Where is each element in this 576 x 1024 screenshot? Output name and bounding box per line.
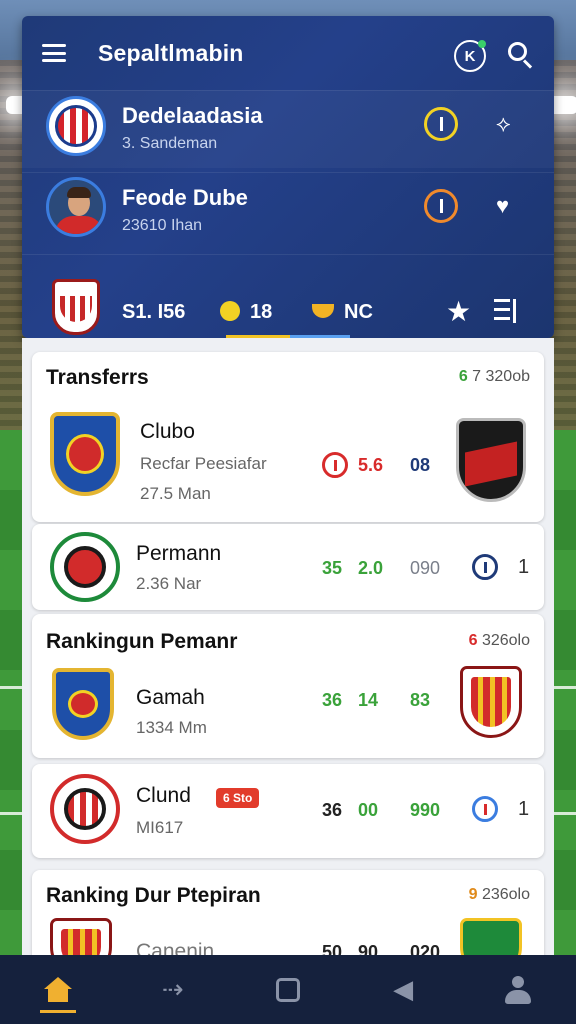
whistle-icon[interactable]: ⟡	[496, 111, 511, 137]
app-title: Sepaltlmabin	[98, 39, 244, 66]
club-subtitle: Recfar Peesiafar	[140, 454, 267, 473]
section-title: Ranking Dur Ptepiran	[46, 884, 261, 907]
player-subtitle: 23610 Ihan	[122, 217, 203, 234]
nav-active-indicator	[40, 1010, 76, 1013]
stat-value: 35	[322, 558, 343, 578]
coin-icon	[220, 301, 240, 321]
menu-icon[interactable]	[42, 44, 66, 62]
status-ring-icon	[322, 452, 348, 478]
section-title: Transferrs	[46, 366, 149, 389]
content-sheet: Transferrs 6 7 320ob Clubo Recfar Peesia…	[22, 338, 554, 978]
header-club-row[interactable]: Dedelaadasia 3. Sandeman ⟡	[22, 90, 554, 168]
list-icon[interactable]	[494, 299, 516, 323]
nav-news[interactable]: ◀	[373, 960, 433, 1020]
bottom-nav: ⇢ ◀	[0, 955, 576, 1024]
notification-dot	[478, 40, 486, 48]
list-item[interactable]: Clund 6 Sto MI617 36 00 990 1	[32, 764, 544, 858]
club-crest-icon	[50, 774, 120, 844]
home-icon	[43, 976, 72, 1003]
club-crest-icon	[52, 668, 114, 740]
club-name: Dedelaadasia	[122, 103, 263, 128]
section-count: 6 326olo	[468, 632, 530, 649]
megaphone-icon: ◀	[393, 974, 414, 1004]
square-icon	[275, 977, 300, 1002]
transfers-section: Transferrs 6 7 320ob Clubo Recfar Peesia…	[32, 352, 544, 522]
status-ring-icon	[472, 796, 498, 822]
club-subtitle: MI617	[136, 818, 184, 837]
club-crest-icon	[460, 666, 522, 738]
section-count: 6 7 320ob	[458, 368, 530, 385]
notification-icon[interactable]: K	[454, 40, 486, 72]
club-subtitle: 3. Sandeman	[122, 135, 218, 152]
club-name[interactable]: Clubo	[140, 420, 195, 444]
stat-value: 08	[410, 455, 431, 475]
stat-value: 36	[322, 800, 343, 820]
stat-value: 5.6	[358, 455, 384, 475]
rank-number: 1	[518, 798, 530, 820]
club-name: Permann	[136, 542, 222, 565]
header-panel: Sepaltlmabin K Dedelaadasia 3. Sandeman …	[22, 16, 554, 338]
club-subtitle: 1334 Mm	[136, 718, 207, 737]
header-player-row[interactable]: Feode Dube 23610 Ihan ♥	[22, 172, 554, 250]
user-icon	[505, 975, 532, 1004]
rank-number: 1	[518, 556, 530, 578]
club-crest-icon	[46, 96, 106, 156]
nav-transfers[interactable]: ⇢	[143, 960, 203, 1020]
section-count: 9 236olo	[468, 886, 530, 903]
heart-icon[interactable]: ♥	[496, 193, 509, 219]
stat-value: 2.0	[358, 558, 384, 578]
club-name[interactable]: Gamah	[136, 686, 205, 710]
section-title: Rankingun Pemanr	[46, 630, 238, 653]
status-ring-icon	[424, 189, 458, 223]
stat-value: 36	[322, 690, 343, 710]
nav-squad[interactable]	[258, 960, 318, 1020]
player-avatar	[46, 177, 106, 237]
nav-profile[interactable]	[488, 960, 548, 1020]
stat-value: 14	[358, 690, 379, 710]
stat-value: 090	[410, 558, 441, 578]
star-icon[interactable]: ★	[446, 295, 471, 328]
club-shield-icon	[52, 279, 100, 335]
status-ring-icon	[472, 554, 498, 580]
stat-value: S1. I56	[122, 301, 186, 323]
notification-glyph: K	[464, 47, 476, 65]
club-value: 27.5 Man	[140, 484, 211, 503]
club-subtitle: 2.36 Nar	[136, 574, 202, 593]
header-stats-row: S1. I56 18 NC ★	[22, 254, 554, 338]
search-icon[interactable]	[508, 42, 534, 69]
status-ring-icon	[424, 107, 458, 141]
stat-value: 83	[410, 690, 431, 710]
top-bar: Sepaltlmabin K	[22, 16, 554, 90]
club-crest-icon	[456, 418, 526, 502]
stat-level: NC	[312, 301, 373, 324]
list-item[interactable]: Permann 2.36 Nar 35 2.0 090 1	[32, 524, 544, 610]
player-name: Feode Dube	[122, 185, 248, 210]
stat-value: 00	[358, 800, 379, 820]
club-crest-icon	[50, 412, 120, 496]
trophy-icon	[312, 304, 334, 318]
club-crest-icon	[50, 532, 120, 602]
arrow-right-icon: ⇢	[161, 974, 184, 1004]
stat-coins: 18	[220, 301, 272, 324]
club-name: Clund	[136, 784, 191, 807]
status-badge: 6 Sto	[216, 788, 260, 808]
ranking-section: Rankingun Pemanr 6 326olo Gamah 1334 Mm …	[32, 614, 544, 758]
stat-value: 990	[410, 800, 441, 820]
